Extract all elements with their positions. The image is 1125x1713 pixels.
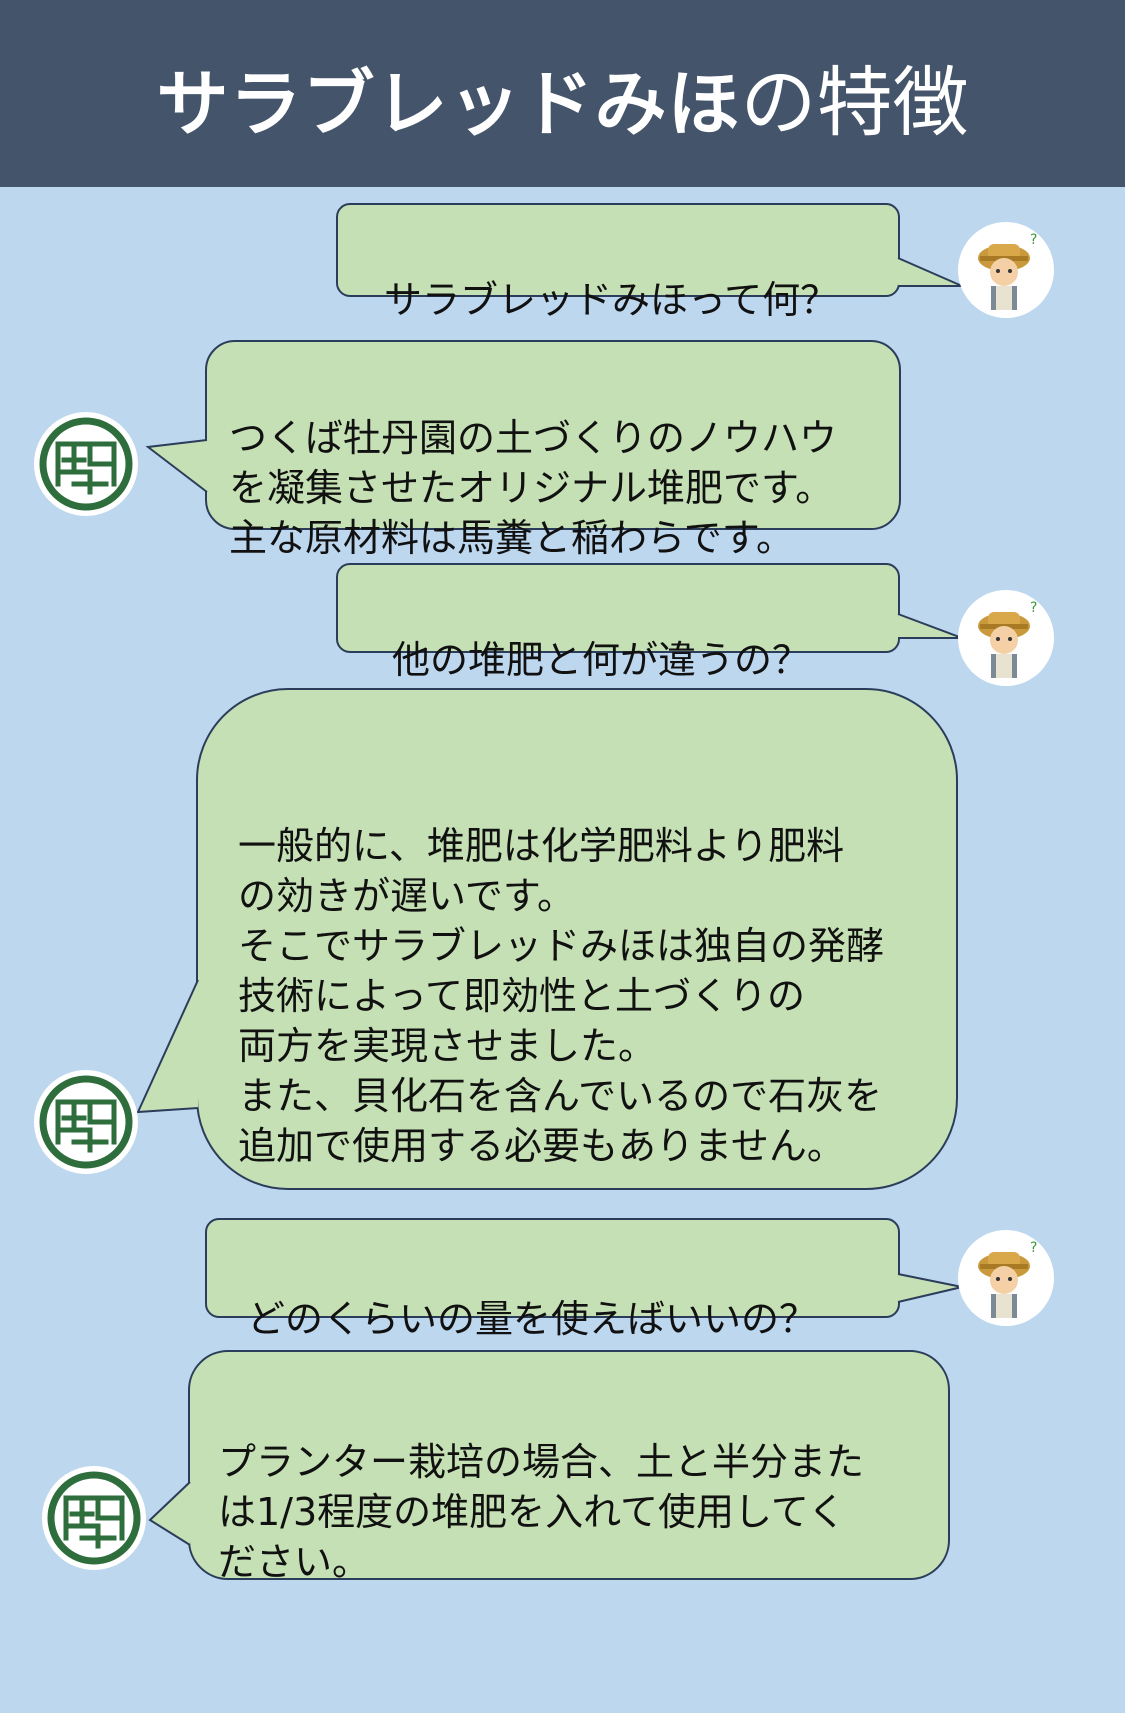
- shop-logo-icon: [42, 1466, 146, 1570]
- bubble-tail: [148, 1481, 191, 1546]
